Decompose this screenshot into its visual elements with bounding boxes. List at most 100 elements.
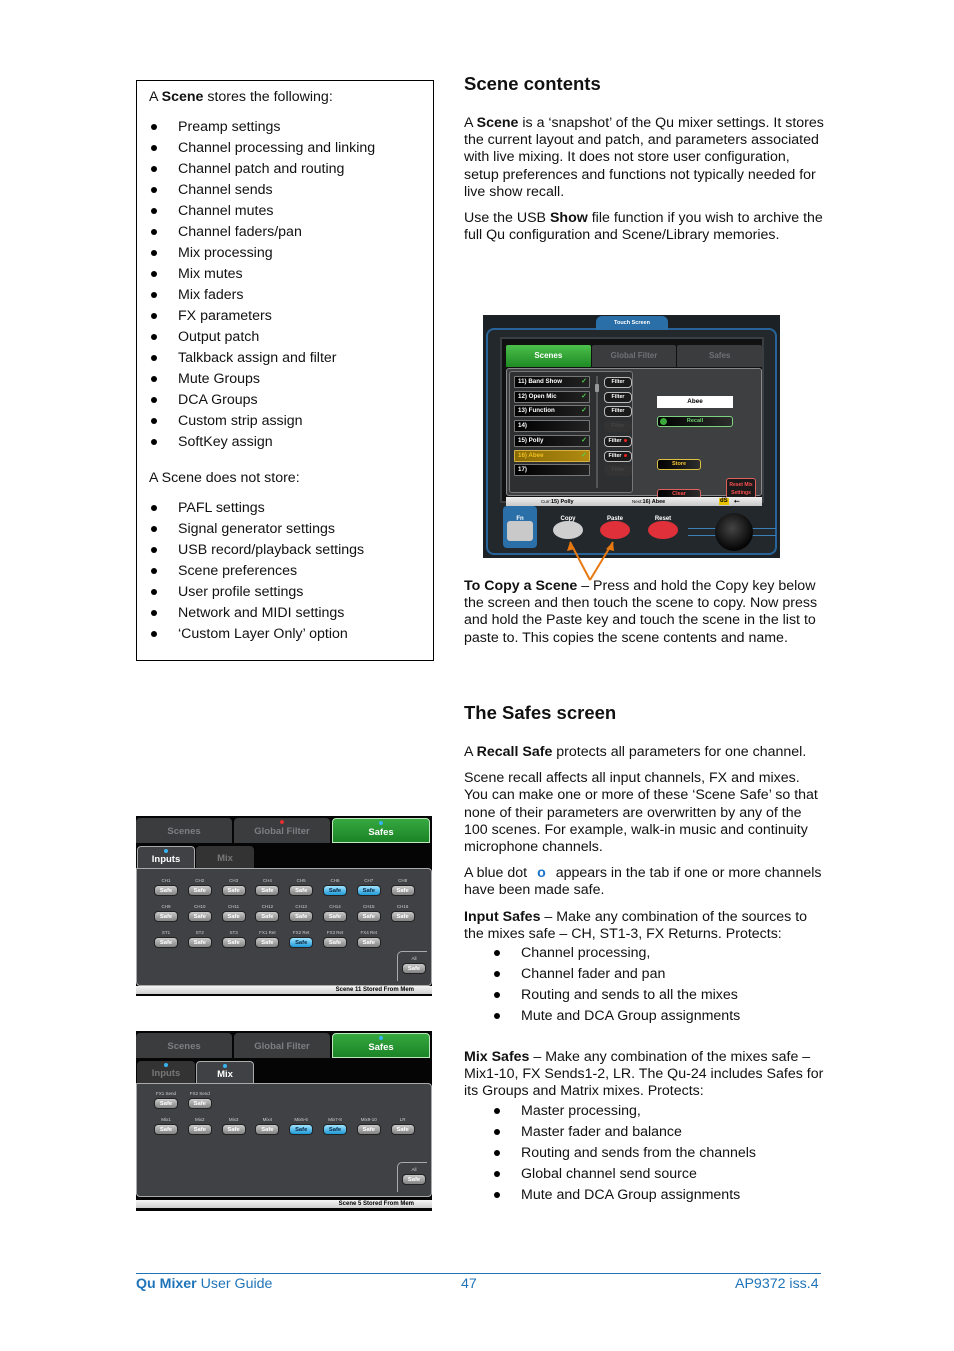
scene-label: 17) [518,466,527,474]
safe-toggle[interactable]: Safe [154,1098,178,1109]
safes-p3: A blue dot o appears in the tab if one o… [464,865,824,899]
scene-filter-button[interactable]: Filter [604,465,632,477]
safe-dot-icon [223,1064,227,1068]
scene-filter-button[interactable]: Filter [604,421,632,433]
channel-label: ST3 [229,930,238,935]
tab-global-filter[interactable]: Global Filter [591,345,677,367]
copy-scene-bold: To Copy a Scene [464,578,578,594]
reset-key[interactable] [648,521,678,539]
safe-toggle[interactable]: Safe [187,937,212,948]
scrollbar-thumb[interactable] [595,384,599,392]
subtab-mix[interactable]: Mix [196,846,254,868]
safe-toggle[interactable]: Safe [255,911,280,922]
safe-toggle[interactable]: Safe [289,937,314,948]
fn-key[interactable] [507,521,533,541]
tab-global-filter[interactable]: Global Filter [234,1033,330,1058]
tab-scenes[interactable]: Scenes [136,818,232,843]
safe-toggle[interactable]: Safe [356,885,381,896]
safe-cell: CH1 Safe [153,878,179,896]
safe-toggle[interactable]: Safe [323,911,347,922]
tab-scenes[interactable]: Scenes [506,345,591,367]
channel-label: CH3 [229,878,239,883]
safe-toggle[interactable]: Safe [187,1124,212,1135]
scene-filter-button[interactable]: Filter [604,391,632,403]
safes-mix-status: Scene 5 Stored From Mem [136,1200,432,1208]
safe-toggle[interactable]: Safe [154,911,178,922]
all-safe-button[interactable]: Safe [402,1174,426,1185]
scene-row[interactable]: 17) [514,464,590,477]
safe-toggle[interactable]: Safe [154,885,178,896]
scene-row[interactable]: 12) Open Mic ✓ [514,390,590,403]
scene-filter-button[interactable]: Filter [604,435,632,447]
safes-mix-tabs: Scenes Global Filter Safes [136,1033,432,1058]
list-item: FX parameters [149,308,433,329]
scene-row[interactable]: 16) Abee ✓ [514,449,590,462]
list-item: Preamp settings [149,119,433,140]
safe-toggle[interactable]: Safe [221,1124,246,1135]
copy-key[interactable] [553,521,583,539]
mixer-scenes-screenshot: Touch Screen Scenes Global Filter Safes … [483,315,780,558]
scene-row[interactable]: 11) Band Show ✓ [514,376,590,388]
rotary-encoder[interactable] [715,513,753,551]
safe-cell: CH5 Safe [288,878,314,896]
safe-toggle[interactable]: Safe [255,1124,280,1135]
safe-toggle[interactable]: Safe [221,885,246,896]
safe-toggle[interactable]: Safe [356,1124,381,1135]
safe-toggle[interactable]: Safe [187,911,212,922]
safe-toggle[interactable]: Safe [289,1124,314,1135]
all-safe-button[interactable]: Safe [402,963,426,974]
scene-row[interactable]: 14) [514,420,590,433]
safe-toggle[interactable]: Safe [323,885,347,896]
safe-toggle[interactable]: Safe [289,911,314,922]
safe-toggle[interactable]: Safe [255,885,280,896]
scene-row[interactable]: 13) Function ✓ [514,405,590,418]
tab-scenes[interactable]: Scenes [136,1033,232,1058]
safe-toggle[interactable]: Safe [221,937,246,948]
channel-label: Mix3 [228,1117,239,1122]
safe-cell: CH2 Safe [187,878,213,896]
store-button[interactable]: Store [657,459,701,470]
paste-key[interactable] [600,521,630,539]
input-safes-bold: Input Safes [464,908,541,925]
list-item: Mute and DCA Group assignments [492,1008,824,1029]
p2-bold: Show [549,210,588,227]
paste-arrowhead [606,542,614,551]
scene-list-scrollbar[interactable] [595,376,599,488]
tab-safes[interactable]: Safes [677,345,763,367]
subtab-inputs[interactable]: Inputs [137,1061,195,1083]
reset-mix-settings-button[interactable]: Reset Mix Settings [726,478,756,499]
safe-toggle[interactable]: Safe [323,937,347,948]
safe-toggle[interactable]: Safe [356,937,381,948]
safe-toggle[interactable]: Safe [356,911,381,922]
safe-toggle[interactable]: Safe [154,937,178,948]
safe-toggle[interactable]: Safe [390,885,415,896]
safe-toggle[interactable]: Safe [390,911,415,922]
recall-button[interactable]: Recall [657,416,733,427]
next-label: Next: [632,499,643,504]
safe-toggle[interactable]: Safe [390,1124,415,1135]
safe-toggle[interactable]: Safe [255,937,280,948]
safe-toggle[interactable]: Safe [187,885,212,896]
scene-row[interactable]: 15) Polly ✓ [514,434,590,447]
subtab-mix[interactable]: Mix [196,1061,254,1084]
scene-filter-button[interactable]: Filter [604,377,632,388]
list-item: Master fader and balance [492,1124,824,1145]
safe-cell: Mix2 Safe [187,1117,213,1135]
safe-toggle[interactable]: Safe [323,1124,347,1135]
tab-safes[interactable]: Safes [332,1033,430,1058]
safe-toggle[interactable]: Safe [187,1098,212,1109]
channel-label: Mix4 [262,1117,273,1122]
scene-filter-button[interactable]: Filter [604,450,632,462]
safe-toggle[interactable]: Safe [289,885,314,896]
subtab-inputs[interactable]: Inputs [137,846,195,869]
scene-name-field[interactable]: Abee [657,396,733,408]
safe-cell: FX2 Ret Safe [288,930,314,948]
safe-toggle[interactable]: Safe [221,911,246,922]
tab-safes[interactable]: Safes [332,818,430,843]
scene-contents-p2: Use the USB Show file function if you wi… [464,210,824,244]
tab-global-filter[interactable]: Global Filter [234,818,330,843]
safe-cell: ST2 Safe [187,930,213,948]
mix-safes-intro: Mix Safes – Make any combination of the … [464,1049,824,1101]
safe-toggle[interactable]: Safe [154,1124,178,1135]
scene-filter-button[interactable]: Filter [604,406,632,418]
